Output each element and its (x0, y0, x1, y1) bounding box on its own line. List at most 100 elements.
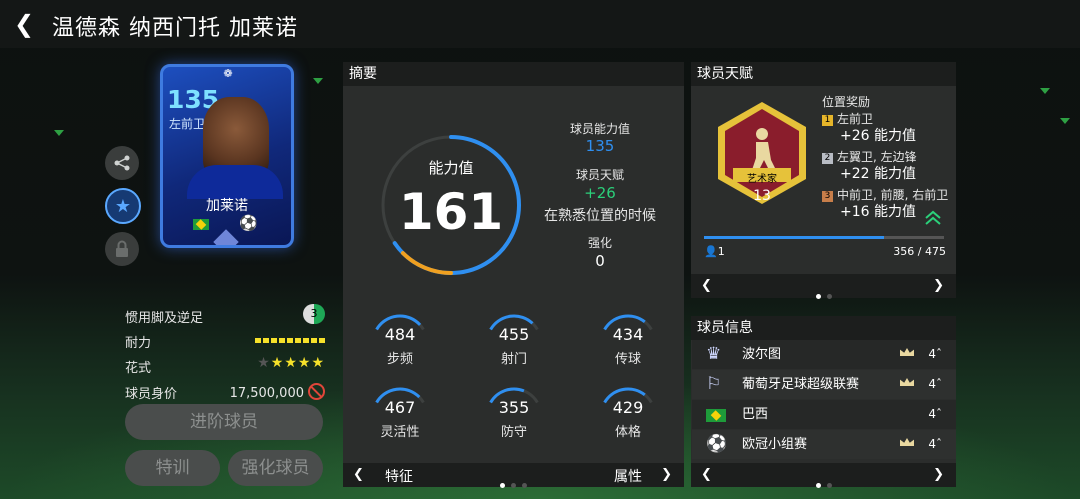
decor-marker (1040, 88, 1050, 94)
info-level: 4ˆ (928, 377, 942, 391)
lock-button[interactable] (105, 232, 139, 266)
liga-portugal-icon: ⚐ (706, 374, 722, 394)
stamina-label: 耐力 (125, 336, 152, 351)
info-row[interactable]: ♛ 波尔图 4ˆ (692, 340, 956, 369)
info-level: 4ˆ (928, 407, 942, 421)
info-title: 球员信息 (691, 316, 956, 340)
porto-crest-icon: ♛ (706, 344, 722, 364)
star-icon: ★ (114, 195, 132, 217)
weak-foot-label: 惯用脚及逆足 (125, 311, 204, 326)
gauge-boost (400, 251, 453, 275)
rank-badge: 1 (822, 115, 833, 126)
info-name: 巴西 (742, 407, 769, 422)
attribute-value: 429 (612, 398, 644, 417)
info-pager (691, 473, 956, 492)
lock-icon (116, 240, 128, 257)
attribute-4: 355 防守 (483, 385, 545, 447)
progress-text: 356 / 475 (893, 245, 946, 258)
info-row[interactable]: ⚐ 葡萄牙足球超级联赛 4ˆ (692, 370, 956, 399)
decor-marker (313, 78, 323, 84)
attribute-value: 484 (384, 325, 416, 344)
value-amount: 17,500,000 (230, 383, 325, 401)
card-ucl-top-icon: ❁ (223, 67, 233, 80)
talent-label: 球员天赋 (575, 168, 624, 182)
boost-label: 强化 (587, 236, 612, 250)
value-label: 球员身价 (125, 387, 178, 402)
enhance-player-button[interactable]: 强化球员 (228, 450, 323, 486)
crown-icon (900, 348, 914, 356)
attribute-value: 455 (498, 325, 530, 344)
attribute-label: 传球 (614, 352, 641, 367)
value-row: 球员身价 17,500,000 (125, 383, 325, 402)
attribute-label: 防守 (500, 425, 527, 440)
share-button[interactable] (105, 146, 139, 180)
badge-level: 13 (753, 188, 771, 204)
player-shirt (187, 165, 283, 199)
boost-value: 0 (595, 252, 605, 270)
card-player-name: 加莱诺 (206, 198, 248, 214)
attribute-value: 355 (498, 398, 530, 417)
talent-note: 在熟悉位置的时候 (544, 208, 656, 224)
info-name: 波尔图 (742, 347, 782, 362)
brazil-flag-icon (706, 409, 726, 422)
champions-league-icon: ⚽ (239, 214, 258, 232)
rank-badge: 3 (822, 191, 833, 202)
crown-icon (900, 378, 914, 386)
talent-progress-track (704, 236, 944, 239)
upgrade-player-button[interactable]: 进阶球员 (125, 404, 323, 440)
attribute-2: 434 传球 (597, 312, 659, 374)
attribute-0: 484 步频 (369, 312, 431, 374)
skills-row: 花式 ★★★★★ (125, 355, 325, 376)
player-value: 17,500,000 (229, 386, 304, 401)
info-row[interactable]: ⚽ 欧冠小组赛 4ˆ (692, 430, 956, 459)
attribute-1: 455 射门 (483, 312, 545, 374)
share-icon (114, 155, 130, 171)
footer-right-label[interactable]: 属性 (614, 466, 642, 486)
talent-progress-fill (704, 236, 884, 239)
talent-value: +26 (584, 184, 616, 202)
decor-marker (54, 130, 64, 136)
talent-footer: ❮ ❯ (691, 274, 956, 299)
bonus-title: 位置奖励 (822, 95, 871, 109)
summary-title: 摘要 (343, 62, 684, 86)
info-level: 4ˆ (928, 437, 942, 451)
attribute-label: 灵活性 (380, 425, 420, 440)
player-card[interactable]: ❁ 135 左前卫 加莱诺 ⚽ (160, 64, 294, 248)
training-button[interactable]: 特训 (125, 450, 220, 486)
summary-footer: ❮ 特征 属性 ❯ (343, 463, 684, 488)
rank-badge: 2 (822, 153, 833, 164)
bonus-value: +16 能力值 (840, 204, 916, 220)
decor-marker (1060, 118, 1070, 124)
next-chevron-icon[interactable]: ❯ (933, 278, 944, 293)
talent-title: 球员天赋 (691, 62, 956, 86)
attribute-value: 434 (612, 325, 644, 344)
skills-stars: ★★★★★ (257, 355, 325, 371)
gauge-label: 能力值 (428, 159, 474, 177)
info-footer: ❮ ❯ (691, 463, 956, 488)
next-chevron-icon[interactable]: ❯ (933, 467, 944, 482)
weak-foot-badge: 3 (303, 304, 325, 324)
info-row[interactable]: 巴西 4ˆ (692, 400, 956, 429)
player-ovr-value: 135 (585, 137, 615, 155)
progress-count-value: 1 (717, 245, 725, 258)
stamina-row: 耐力 (125, 332, 325, 351)
skills-label: 花式 (125, 361, 152, 376)
stamina-bar (255, 338, 325, 343)
favorite-button[interactable]: ★ (105, 188, 141, 224)
attribute-label: 射门 (500, 352, 527, 367)
next-chevron-icon[interactable]: ❯ (661, 467, 672, 482)
attribute-3: 467 灵活性 (369, 385, 431, 447)
crown-icon (900, 438, 914, 446)
back-chevron-icon[interactable]: ❮ (14, 10, 34, 38)
rank-gem-icon (213, 229, 239, 245)
card-position: 左前卫 (169, 117, 206, 131)
attribute-5: 429 体格 (597, 385, 659, 447)
page-title: 温德森 纳西门托 加莱诺 (52, 16, 298, 41)
champions-league-icon: ⚽ (706, 434, 728, 454)
gauge-value: 161 (398, 183, 504, 241)
top-bar: ❮ 温德森 纳西门托 加莱诺 (0, 0, 1080, 48)
info-name: 葡萄牙足球超级联赛 (742, 377, 860, 392)
brazil-flag-icon (193, 219, 209, 230)
badge-name: 艺术家 (747, 174, 777, 185)
player-ovr-label: 球员能力值 (569, 122, 630, 136)
